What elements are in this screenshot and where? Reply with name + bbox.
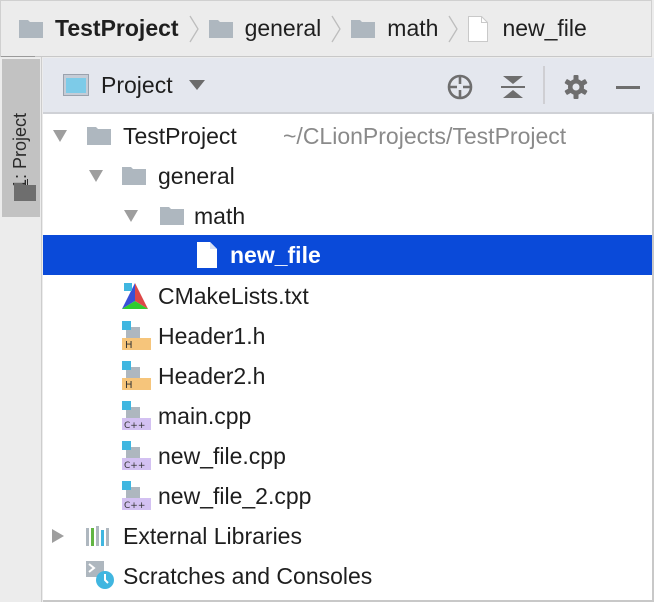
chevron-right-icon bbox=[448, 15, 459, 42]
locate-icon bbox=[447, 74, 473, 100]
tree-node-testproject[interactable]: TestProject ~/CLionProjects/TestProject bbox=[43, 116, 652, 156]
chevron-right-icon bbox=[331, 15, 342, 42]
tree-node-label: math bbox=[194, 202, 246, 229]
tool-window-tab-label: 1: Project bbox=[10, 112, 30, 189]
svg-text:H: H bbox=[125, 340, 133, 351]
tree-node-label: main.cpp bbox=[158, 402, 252, 429]
project-tree: TestProject ~/CLionProjects/TestProject … bbox=[43, 114, 654, 602]
cpp-file-icon: C++ bbox=[122, 441, 151, 471]
collapse-all-icon bbox=[501, 76, 525, 98]
breadcrumb-label: general bbox=[244, 15, 322, 41]
folder-icon bbox=[208, 19, 233, 38]
cmake-icon bbox=[122, 283, 148, 309]
svg-text:H: H bbox=[125, 380, 133, 391]
folder-icon bbox=[122, 167, 146, 185]
minimize-icon bbox=[616, 86, 640, 89]
chevron-down-icon[interactable] bbox=[188, 80, 205, 90]
expand-arrow-right-icon[interactable] bbox=[51, 529, 65, 543]
folder-icon bbox=[14, 183, 36, 201]
settings-button[interactable] bbox=[561, 72, 591, 102]
tree-node-scratches[interactable]: Scratches and Consoles bbox=[43, 556, 652, 596]
chevron-right-icon bbox=[189, 15, 199, 42]
project-view-selector[interactable]: Project bbox=[101, 72, 173, 99]
library-icon bbox=[86, 526, 109, 546]
project-panel-header: Project bbox=[43, 58, 654, 114]
tree-node-cmakelists[interactable]: CMakeLists.txt bbox=[43, 276, 652, 316]
tree-node-header1[interactable]: H Header1.h bbox=[43, 316, 652, 356]
tree-node-label: new_file.cpp bbox=[158, 442, 286, 469]
tree-node-new-file[interactable]: new_file bbox=[43, 235, 652, 275]
folder-icon bbox=[160, 207, 184, 225]
tree-node-label: new_file_2.cpp bbox=[158, 482, 312, 509]
tree-node-main-cpp[interactable]: C++ main.cpp bbox=[43, 396, 652, 436]
tree-node-label: Scratches and Consoles bbox=[123, 562, 373, 589]
tree-node-math[interactable]: math bbox=[43, 196, 652, 236]
cpp-file-icon: C++ bbox=[122, 481, 151, 511]
collapse-all-button[interactable] bbox=[498, 72, 528, 102]
tree-node-label: general bbox=[158, 162, 235, 189]
tree-node-label: Header1.h bbox=[158, 322, 266, 349]
breadcrumb-item-new-file[interactable]: new_file bbox=[468, 15, 587, 42]
breadcrumb-item-math[interactable]: math bbox=[351, 15, 438, 42]
tree-node-general[interactable]: general bbox=[43, 156, 652, 196]
tree-node-label: CMakeLists.txt bbox=[158, 282, 309, 309]
tree-node-new-file-2-cpp[interactable]: C++ new_file_2.cpp bbox=[43, 476, 652, 516]
tree-node-new-file-cpp[interactable]: C++ new_file.cpp bbox=[43, 436, 652, 476]
tree-node-path: ~/CLionProjects/TestProject bbox=[283, 122, 567, 149]
breadcrumb-label: new_file bbox=[502, 15, 587, 41]
tree-node-external-libraries[interactable]: External Libraries bbox=[43, 516, 652, 556]
expand-arrow-icon[interactable] bbox=[124, 209, 138, 223]
breadcrumb-label: TestProject bbox=[55, 15, 179, 41]
locate-button[interactable] bbox=[445, 72, 475, 102]
folder-icon bbox=[87, 127, 111, 145]
file-icon bbox=[468, 15, 489, 42]
header-file-icon: H bbox=[122, 361, 151, 391]
tool-window-tab-project[interactable]: 1: Project bbox=[2, 59, 40, 217]
gear-icon bbox=[564, 75, 588, 99]
hide-panel-button[interactable] bbox=[613, 72, 643, 102]
tree-node-label: Header2.h bbox=[158, 362, 266, 389]
tree-node-header2[interactable]: H Header2.h bbox=[43, 356, 652, 396]
tree-node-label: new_file bbox=[230, 241, 321, 268]
breadcrumb: TestProject general math new_file bbox=[0, 0, 652, 58]
svg-text:C++: C++ bbox=[124, 421, 145, 431]
tree-node-label: TestProject bbox=[123, 122, 237, 149]
folder-icon bbox=[351, 19, 376, 38]
cpp-file-icon: C++ bbox=[122, 401, 151, 431]
scratches-icon bbox=[86, 561, 114, 589]
tool-window-strip: 1: Project bbox=[0, 57, 42, 602]
breadcrumb-label: math bbox=[387, 15, 439, 41]
svg-text:C++: C++ bbox=[124, 501, 145, 511]
breadcrumb-item-testproject[interactable]: TestProject bbox=[19, 15, 179, 42]
folder-icon bbox=[19, 19, 43, 38]
file-icon bbox=[197, 242, 217, 268]
breadcrumb-item-general[interactable]: general bbox=[208, 15, 322, 42]
project-view-icon bbox=[63, 74, 89, 96]
expand-arrow-icon[interactable] bbox=[89, 169, 103, 183]
svg-text:C++: C++ bbox=[124, 461, 145, 471]
expand-arrow-icon[interactable] bbox=[53, 129, 67, 143]
toolbar-divider bbox=[543, 66, 545, 104]
header-file-icon: H bbox=[122, 321, 151, 351]
tree-node-label: External Libraries bbox=[123, 522, 302, 549]
